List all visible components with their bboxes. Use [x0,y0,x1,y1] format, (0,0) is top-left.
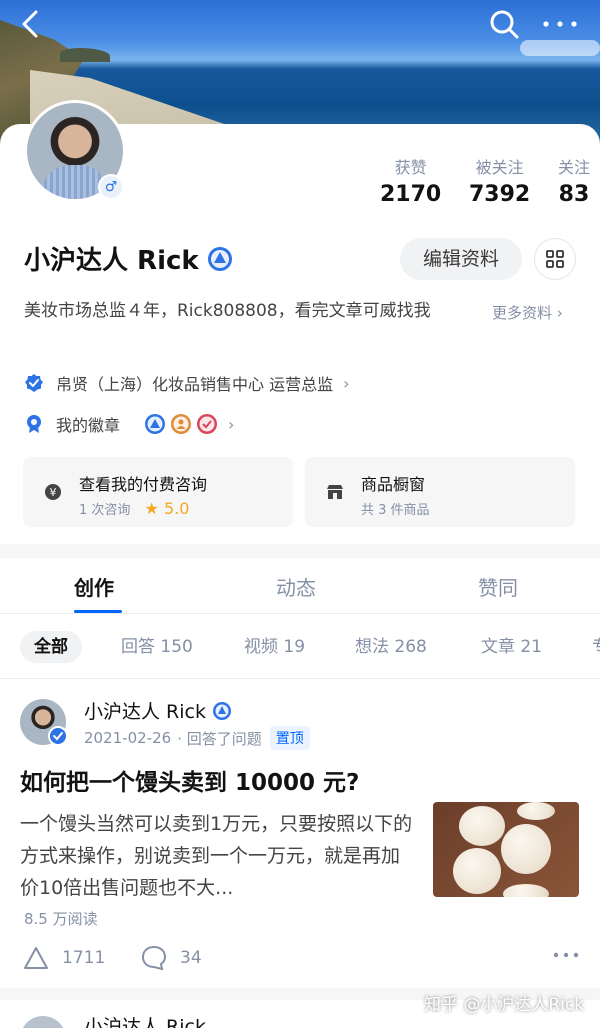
search-button[interactable] [486,6,522,42]
watermark-text: 知乎 @小沪达人Rick [424,995,585,1015]
post-actions: 1711 34 [22,944,582,974]
shop-title: 商品橱窗 [361,475,426,494]
product-showcase-tile[interactable]: 商品橱窗 共 3 件商品 [305,457,575,527]
badges-row[interactable]: 我的徽章 › [24,412,234,436]
profile-stats: 获赞 2170 被关注 7392 关注 83 [380,154,590,207]
divider [0,678,600,679]
badges-label: 我的徽章 [56,416,121,435]
more-info-link[interactable]: 更多资料 › [492,302,563,323]
profile-name: 小沪达人 Rick [24,246,199,276]
post-date: 2021-02-26 [84,729,172,747]
qr-code-button[interactable] [534,238,576,280]
profile-bio: 美妆市场总监４年，Rick808808，看完文章可威找我 [24,301,431,321]
section-divider [0,544,600,558]
consult-sub: 1 次咨询 ★ 5.0 [79,499,189,518]
next-post-author-name[interactable]: 小沪达人 Rick [84,1012,206,1028]
svg-text:¥: ¥ [50,486,57,499]
stat-label: 获赞 [394,158,427,177]
stat-likes[interactable]: 获赞 2170 [380,154,441,207]
post-excerpt[interactable]: 一个馒头当然可以卖到1万元，只要按照以下的方式来操作，别说卖到一个一万元，就是再… [20,808,416,904]
stat-value: 2170 [380,182,442,207]
post-read-count: 8.5 万阅读 [24,910,98,928]
stat-label: 关注 [557,158,590,177]
upvote-button[interactable]: 1711 [22,944,105,972]
upvote-count: 1711 [62,948,106,968]
pinned-tag: 置顶 [269,726,310,750]
tab-activity[interactable]: 动态 [276,572,316,601]
paid-consultation-tile[interactable]: ¥ 查看我的付费咨询 1 次咨询 ★ 5.0 [23,457,293,527]
yuan-coin-icon: ¥ [45,484,61,500]
active-tab-indicator [74,610,122,613]
chevron-right-icon: › [343,373,350,393]
consult-count: 1 次咨询 [79,503,131,518]
badge-rosette-icon [27,415,41,433]
medal-check-icon [197,414,218,434]
post-author-name: 小沪达人 Rick [84,701,206,723]
comment-count: 34 [180,948,202,968]
post-action: · 回答了问题 [177,729,262,748]
verified-check-icon [48,726,68,746]
filter-all[interactable]: 全部 [20,631,82,663]
verified-check-icon [25,374,43,392]
post-meta: 2021-02-26 · 回答了问题 置顶 [84,726,310,750]
post-author-row[interactable]: 小沪达人 Rick [84,697,232,724]
filter-answers[interactable]: 回答 150 [121,631,193,663]
stat-value: 7392 [468,182,531,207]
company-row[interactable]: 帛贤（上海）化妆品销售中心 运营总监 › [24,371,350,395]
post-thumbnail-image[interactable] [433,802,579,897]
more-dots-icon [543,21,577,27]
filter-thoughts[interactable]: 想法 268 [355,631,427,663]
more-options-button[interactable] [540,6,580,42]
chevron-right-icon: › [228,414,235,434]
search-icon [490,10,519,39]
consult-rating: ★ 5.0 [144,499,190,518]
filter-articles[interactable]: 文章 21 [481,631,542,663]
upvote-triangle-icon [24,947,48,969]
medal-certified-icon [145,414,166,434]
shop-icon [327,485,343,499]
tab-creations[interactable]: 创作 [74,572,114,601]
back-button[interactable] [14,6,50,42]
shop-sub: 共 3 件商品 [361,503,430,518]
next-post-author-avatar[interactable] [20,1016,66,1028]
more-dots-icon [553,952,579,958]
consult-title: 查看我的付费咨询 [79,475,208,494]
certification-badge-icon [207,246,232,271]
content-tabs: 创作 动态 赞同 [0,558,600,614]
filter-chips: 全部 回答 150 视频 19 想法 268 文章 21 专 [0,626,600,668]
medal-person-icon [171,414,192,434]
company-text: 帛贤（上海）化妆品销售中心 运营总监 [56,375,334,394]
stat-following[interactable]: 关注 83 [558,154,590,207]
gender-male-icon: ♂ [98,174,124,200]
filter-videos[interactable]: 视频 19 [244,631,305,663]
stat-label: 被关注 [475,158,524,177]
certification-badge-icon [212,701,231,720]
edit-profile-button[interactable]: 编辑资料 [400,238,522,280]
filter-columns[interactable]: 专 [592,631,600,663]
stat-followers[interactable]: 被关注 7392 [469,154,530,207]
post-more-button[interactable] [552,946,580,965]
comment-button[interactable]: 34 [140,944,202,972]
back-arrow-icon [22,10,38,38]
stat-value: 83 [558,182,590,207]
profile-name-row: 小沪达人 Rick [24,240,233,277]
tab-upvotes[interactable]: 赞同 [478,572,518,601]
qr-code-icon [546,250,564,268]
post-title[interactable]: 如何把一个馒头卖到 10000 元? [20,763,580,797]
top-bar [0,0,600,48]
comment-bubble-icon [141,945,167,971]
